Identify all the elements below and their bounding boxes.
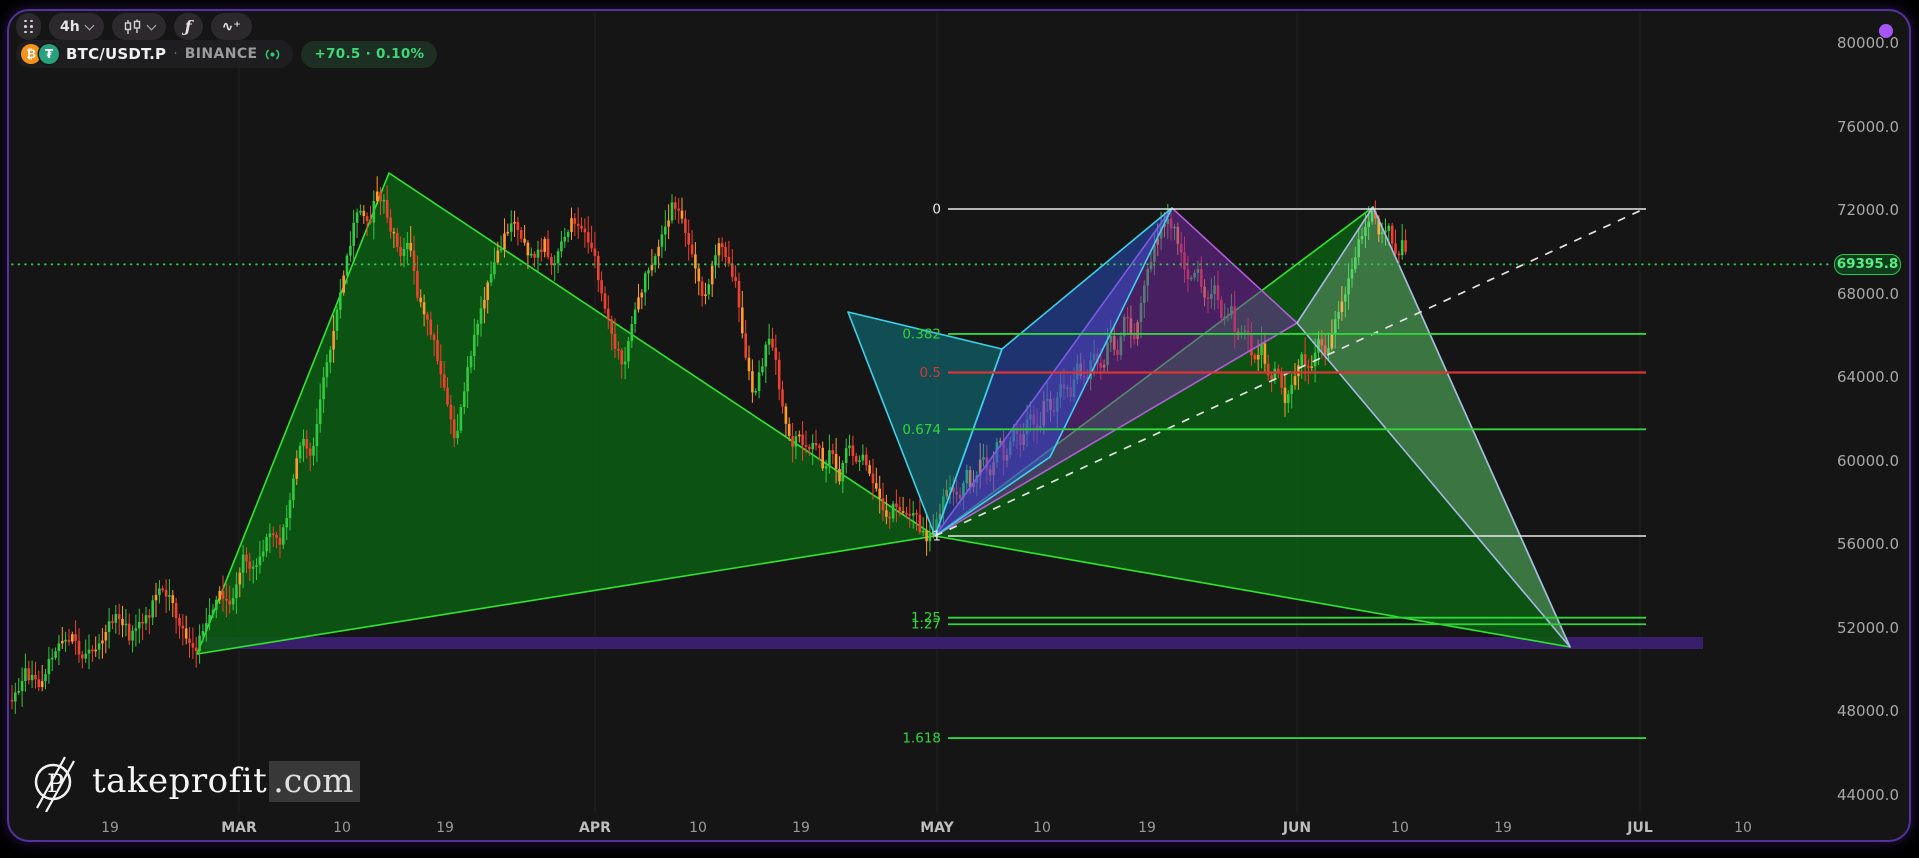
time-tick-JUL: JUL [1627, 820, 1653, 836]
separator-dot: · [173, 46, 177, 62]
svg-text:P: P [47, 769, 64, 798]
price-tick-68000.0: 68000.0 [1837, 285, 1899, 303]
fib-label-0.382: 0.382 [902, 326, 941, 342]
time-tick-10: 10 [689, 820, 707, 836]
timeframe-selector[interactable]: 4h [49, 13, 104, 40]
price-change-badge: +70.5 · 0.10% [301, 41, 437, 68]
fib-label-0.5: 0.5 [920, 365, 941, 381]
wave-plus-icon: ∿⁺ [222, 19, 241, 35]
symbol-info[interactable]: ₿ ₮ BTC/USDT.P · BINANCE [16, 40, 293, 68]
chart-canvas[interactable]: 00.3820.50.67411.251.271.618 [7, 9, 1911, 842]
trading-app-window: 00.3820.50.67411.251.271.618 4h [0, 0, 1919, 858]
support-zone-band[interactable] [205, 637, 1703, 649]
bitcoin-icon: ₿ [21, 44, 41, 64]
watermark-tld: .com [269, 761, 360, 802]
time-tick-19: 19 [1494, 820, 1512, 836]
time-tick-19: 19 [101, 820, 119, 836]
time-tick-10: 10 [1734, 820, 1752, 836]
exchange-name: BINANCE [185, 46, 258, 62]
bullish-triangle-left[interactable] [197, 173, 935, 654]
time-tick-APR: APR [579, 820, 611, 836]
chevron-down-icon [84, 20, 94, 30]
time-tick-MAY: MAY [920, 820, 954, 836]
symbol-ticker: BTC/USDT.P [66, 45, 166, 63]
toolbar: 4h ƒ ∿⁺ [16, 13, 252, 40]
tether-icon: ₮ [39, 44, 59, 64]
price-tick-60000.0: 60000.0 [1837, 452, 1899, 470]
time-tick-19: 19 [792, 820, 810, 836]
chart-frame: 00.3820.50.67411.251.271.618 4h [7, 9, 1911, 842]
symbol-bar: ₿ ₮ BTC/USDT.P · BINANCE +70.5 · 0.10% [16, 40, 437, 68]
takeprofit-logo-icon: P [26, 750, 80, 812]
chart-style-selector[interactable] [112, 13, 166, 40]
fib-label-0.674: 0.674 [902, 422, 941, 438]
time-tick-10: 10 [1391, 820, 1409, 836]
candlestick-icon [123, 19, 142, 35]
current-price-label: 69395.8 [1834, 254, 1901, 275]
watermark-link[interactable]: P takeprofit .com [26, 750, 360, 812]
price-tick-56000.0: 56000.0 [1837, 535, 1899, 553]
time-tick-MAR: MAR [221, 820, 257, 836]
indicators-button[interactable]: ƒ [174, 13, 203, 40]
pattern-tool-button[interactable]: ∿⁺ [211, 13, 252, 40]
price-tick-44000.0: 44000.0 [1837, 786, 1899, 804]
fib-label-0: 0 [932, 201, 941, 217]
time-tick-19: 19 [1138, 820, 1156, 836]
price-tick-80000.0: 80000.0 [1837, 34, 1899, 52]
live-broadcast-icon [264, 48, 281, 61]
price-tick-76000.0: 76000.0 [1837, 118, 1899, 136]
time-tick-10: 10 [333, 820, 351, 836]
price-tick-72000.0: 72000.0 [1837, 201, 1899, 219]
watermark-brand: takeprofit [92, 761, 267, 801]
price-tick-52000.0: 52000.0 [1837, 619, 1899, 637]
function-icon: ƒ [185, 17, 192, 36]
time-tick-10: 10 [1033, 820, 1051, 836]
fib-label-1: 1 [932, 528, 941, 544]
time-tick-JUN: JUN [1283, 820, 1311, 836]
price-tick-48000.0: 48000.0 [1837, 702, 1899, 720]
fib-label-1.27: 1.27 [911, 617, 941, 633]
drag-handle[interactable] [16, 13, 41, 40]
time-tick-19: 19 [436, 820, 454, 836]
fib-label-1.618: 1.618 [902, 731, 941, 747]
chevron-down-icon [146, 20, 156, 30]
grid-dots-icon [24, 20, 33, 34]
price-tick-64000.0: 64000.0 [1837, 368, 1899, 386]
timeframe-label: 4h [60, 19, 80, 35]
